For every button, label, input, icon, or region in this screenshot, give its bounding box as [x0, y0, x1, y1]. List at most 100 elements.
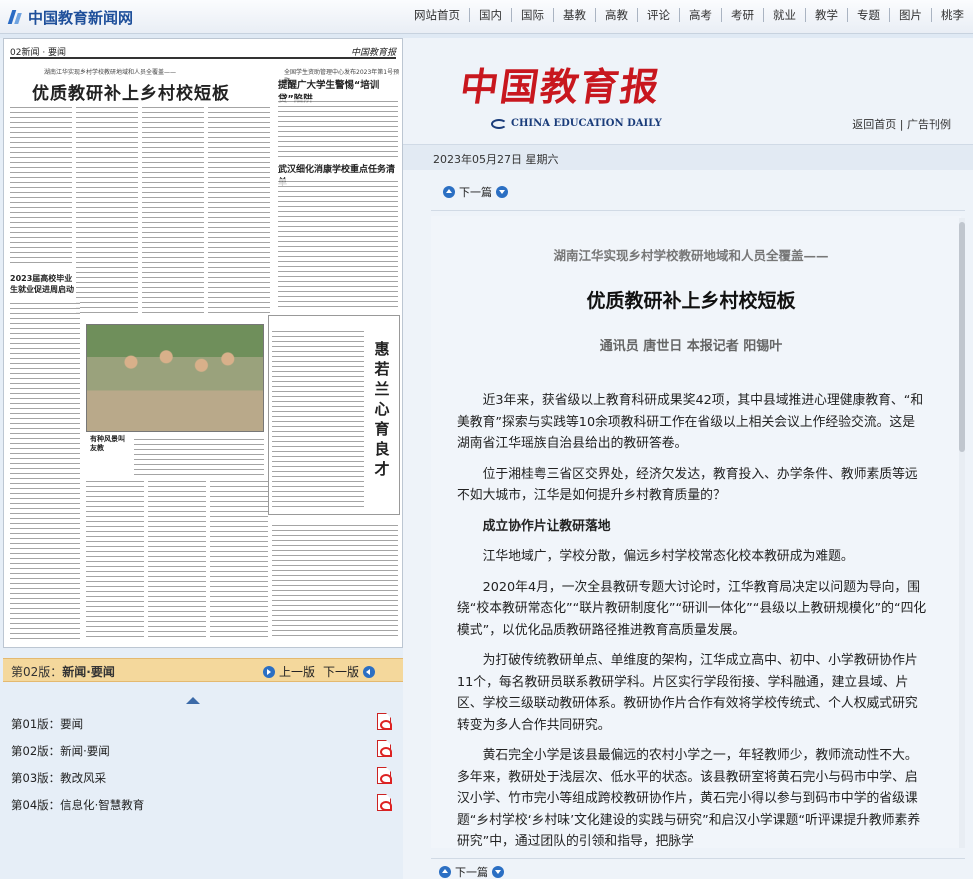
- edition-item[interactable]: 第01版：要闻: [3, 708, 403, 735]
- np-text-column: [134, 437, 264, 475]
- article-title: 优质教研补上乡村校短板: [586, 290, 796, 312]
- next-article-button-top[interactable]: 下一篇: [443, 184, 508, 200]
- date-bar: 2023年05月27日 星期六: [403, 144, 973, 170]
- pdf-icon[interactable]: [377, 794, 392, 811]
- masthead-swirl-icon: [491, 118, 507, 129]
- np-page-header: 02新闻 · 要闻 中国教育报: [10, 45, 396, 59]
- article-paragraph: 江华地域广，学校分散，偏远乡村学校常态化校本教研成为难题。: [482, 549, 854, 564]
- ad-rates-link[interactable]: 广告刊例: [907, 118, 951, 131]
- newspaper-page-image[interactable]: 02新闻 · 要闻 中国教育报 湖南江华实现乡村学校教研地域和人员全覆盖—— 优…: [3, 38, 403, 648]
- np-headline-kicker: 湖南江华实现乡村学校教研地域和人员全覆盖——: [44, 69, 177, 76]
- edition-item-label: 第02版：新闻·要闻: [11, 744, 110, 758]
- nav-taoli[interactable]: 桃李: [931, 8, 973, 22]
- nav-teaching[interactable]: 教学: [805, 8, 847, 22]
- edition-item[interactable]: 第02版：新闻·要闻: [3, 735, 403, 762]
- edition-item[interactable]: 第03版：教改风采: [3, 762, 403, 789]
- article-byline: 通讯员 唐世日 本报记者 阳锡叶: [599, 339, 783, 354]
- arrow-right-circle-icon: [263, 665, 275, 678]
- np-text-column: [208, 105, 270, 315]
- np-text-column: [142, 105, 204, 315]
- edition-item-label: 第04版：信息化·智慧教育: [11, 798, 145, 812]
- edition-item[interactable]: 第04版：信息化·智慧教育: [3, 789, 403, 816]
- nav-topics[interactable]: 专题: [847, 8, 889, 22]
- np-text-column: [76, 105, 138, 315]
- np-page-label: 02新闻 · 要闻: [10, 48, 67, 58]
- pdf-icon[interactable]: [377, 713, 392, 730]
- site-logo[interactable]: 中国教育新闻网: [8, 6, 133, 28]
- masthead-english-text: CHINA EDUCATION DAILY: [511, 118, 662, 129]
- next-edition-label: 下一版: [323, 665, 360, 679]
- header-links: 返回首页 | 广告刊例: [852, 116, 951, 132]
- article-paragraph: 位于湘桂粤三省区交界处，经济欠发达，教育投入、办学条件、教师素质等远不如大城市，…: [457, 466, 918, 504]
- article-body: 近3年来，获省级以上教育科研成果奖42项，其中县域推进心理健康教育、“和美教育”…: [457, 390, 927, 848]
- masthead-logo: 中国教育报: [457, 64, 664, 109]
- nav-images[interactable]: 图片: [889, 8, 931, 22]
- np-text-column: [148, 479, 206, 639]
- arrow-down-circle-icon: [492, 866, 504, 878]
- np-text-column: [10, 301, 80, 639]
- article: 湖南江华实现乡村学校教研地域和人员全覆盖—— 优质教研补上乡村校短板 通讯员 唐…: [431, 216, 961, 848]
- scrollbar-thumb[interactable]: [959, 222, 965, 452]
- np-text-column: [272, 329, 364, 509]
- nav-gaokao[interactable]: 高考: [679, 8, 721, 22]
- arrow-up-circle-icon: [439, 866, 451, 878]
- pdf-icon[interactable]: [377, 767, 392, 784]
- edition-item-label: 第03版：教改风采: [11, 771, 107, 785]
- nav-basic-edu[interactable]: 基教: [553, 8, 595, 22]
- collapse-arrow-icon[interactable]: [186, 697, 200, 704]
- divider: [431, 858, 965, 859]
- article-scrollbar[interactable]: [959, 218, 965, 848]
- next-article-label: 下一篇: [455, 866, 488, 879]
- np-photo: [86, 324, 264, 432]
- nav-domestic[interactable]: 国内: [469, 8, 511, 22]
- nav-employment[interactable]: 就业: [763, 8, 805, 22]
- current-edition: 第02版：新闻·要闻: [11, 663, 115, 680]
- divider: [431, 210, 965, 211]
- np-text-column: [86, 479, 144, 639]
- np-brand: 中国教育报: [350, 48, 396, 58]
- article-paragraph: 为打破传统教研单点、单维度的架构，江华成立高中、初中、小学教研协作片11个，每名…: [457, 653, 918, 733]
- top-bar: 中国教育新闻网 网站首页 国内 国际 基教 高教 评论 高考 考研 就业 教学 …: [0, 0, 973, 34]
- np-small-headline: 2023届高校毕业生就业促进周启动: [10, 274, 74, 294]
- article-paragraph: 黄石完全小学是该县最偏远的农村小学之一，年轻教师少，教师流动性不大。多年来，教研…: [457, 748, 921, 848]
- arrow-down-circle-icon: [496, 186, 508, 198]
- top-nav: 网站首页 国内 国际 基教 高教 评论 高考 考研 就业 教学 专题 图片 桃李: [405, 8, 973, 22]
- np-text-column: [278, 99, 398, 157]
- np-photo-caption: 有种风景叫友教: [90, 435, 125, 452]
- current-edition-name: 新闻·要闻: [62, 665, 115, 679]
- nav-higher-edu[interactable]: 高教: [595, 8, 637, 22]
- article-paragraph: 近3年来，获省级以上教育科研成果奖42项，其中县域推进心理健康教育、“和美教育”…: [457, 393, 924, 451]
- current-edition-prefix: 第02版：: [11, 665, 63, 679]
- np-vertical-title: 惠若兰心育良才: [374, 340, 390, 478]
- np-text-column: [272, 523, 398, 639]
- prev-edition-label: 上一版: [279, 665, 316, 679]
- article-kicker: 湖南江华实现乡村学校教研地域和人员全覆盖——: [553, 248, 829, 263]
- np-text-column: [10, 105, 72, 265]
- pdf-icon[interactable]: [377, 740, 392, 757]
- np-headline: 优质教研补上乡村校短板: [32, 84, 230, 104]
- issue-date: 2023年05月27日 星期六: [433, 153, 559, 166]
- next-article-label: 下一篇: [459, 186, 492, 199]
- np-text-column: [278, 179, 398, 309]
- next-edition-button[interactable]: 下一版: [323, 663, 376, 680]
- masthead-english: CHINA EDUCATION DAILY: [491, 118, 662, 129]
- prev-edition-button[interactable]: 上一版: [263, 663, 315, 680]
- edition-item-label: 第01版：要闻: [11, 717, 84, 731]
- back-home-link[interactable]: 返回首页: [852, 118, 896, 131]
- article-paragraph: 2020年4月，一次全县教研专题大讨论时，江华教育局决定以问题为导向，围绕“校本…: [457, 579, 927, 638]
- nav-home[interactable]: 网站首页: [405, 8, 469, 22]
- np-text-column: [210, 479, 268, 639]
- site-logo-text: 中国教育新闻网: [28, 8, 134, 27]
- right-column: 中国教育报 CHINA EDUCATION DAILY 返回首页 | 广告刊例 …: [403, 38, 973, 879]
- nav-international[interactable]: 国际: [511, 8, 553, 22]
- nav-kaoyan[interactable]: 考研: [721, 8, 763, 22]
- article-subheading: 成立协作片让教研落地: [482, 518, 611, 534]
- edition-list: 第01版：要闻 第02版：新闻·要闻 第03版：教改风采 第04版：信息化·智慧…: [3, 708, 403, 816]
- edition-bar: 第02版：新闻·要闻 上一版 下一版: [3, 658, 403, 682]
- site-logo-icon: [8, 9, 24, 25]
- nav-commentary[interactable]: 评论: [637, 8, 679, 22]
- arrow-up-circle-icon: [443, 186, 455, 198]
- arrow-left-circle-icon: [363, 665, 376, 678]
- link-separator: |: [896, 118, 907, 131]
- next-article-button-bottom[interactable]: 下一篇: [439, 864, 504, 879]
